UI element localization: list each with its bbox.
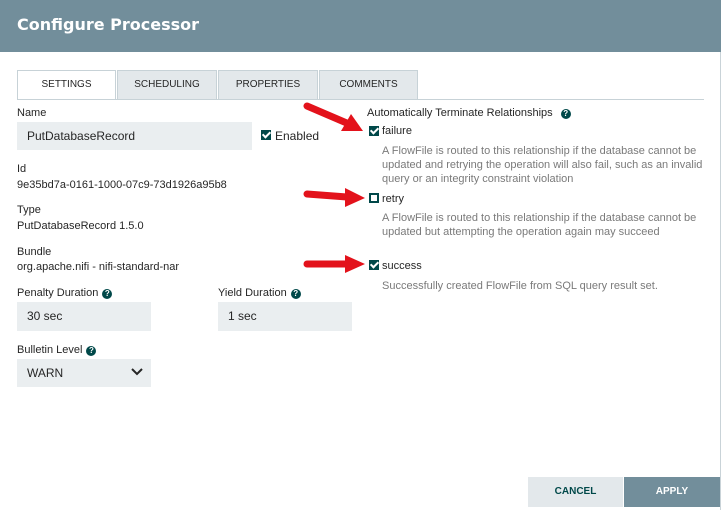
help-icon[interactable]: ? [86,346,97,356]
name-label: Name [17,107,47,119]
chevron-down-icon [131,368,143,376]
auto-terminate-title: Automatically Terminate Relationships? [367,107,571,119]
help-icon[interactable]: ? [290,289,301,299]
bundle-label: Bundle [17,246,52,258]
red-arrow-icon [303,102,363,131]
bundle-value: org.apache.nifi - nifi-standard-nar [17,261,180,273]
relationship-retry-name: retry [382,193,404,205]
type-label: Type [17,204,41,216]
relationship-success-description: Successfully created FlowFile from SQL q… [382,280,658,292]
tab-comments[interactable]: COMMENTS [319,70,418,99]
penalty-duration-label-text: Penalty Duration [17,287,99,299]
dialog-title: Configure Processor [17,15,200,34]
bulletin-level-select[interactable]: WARN [17,359,151,387]
id-label: Id [17,163,27,175]
retry-checkbox[interactable] [369,193,379,203]
help-icon[interactable]: ? [560,109,571,119]
relationship-failure-name: failure [382,125,412,137]
bulletin-level-label: Bulletin Level? [17,344,97,356]
tab-properties[interactable]: PROPERTIES [218,70,318,99]
yield-duration-label: Yield Duration? [218,287,301,299]
help-icon[interactable]: ? [102,289,113,299]
bulletin-level-value: WARN [27,366,64,380]
relationship-success-name: success [382,260,422,272]
type-value: PutDatabaseRecord 1.5.0 [17,220,144,232]
success-checkbox[interactable] [369,260,379,270]
yield-duration-label-text: Yield Duration [218,287,287,299]
penalty-duration-input[interactable]: 30 sec [17,302,151,331]
id-value: 9e35bd7a-0161-1000-07c9-73d1926a95b8 [17,179,227,191]
penalty-duration-label: Penalty Duration? [17,287,113,299]
bulletin-level-label-text: Bulletin Level [17,344,83,356]
relationship-failure-description: A FlowFile is routed to this relationshi… [382,145,703,185]
red-arrow-icon [303,255,365,273]
yield-duration-input[interactable]: 1 sec [218,302,352,331]
apply-button[interactable]: APPLY [624,477,720,507]
dialog-header: Configure Processor [0,0,721,52]
tab-scheduling[interactable]: SCHEDULING [117,70,217,99]
failure-checkbox[interactable] [369,126,379,136]
enabled-checkbox[interactable] [261,130,271,140]
cancel-button[interactable]: CANCEL [528,477,623,507]
red-arrow-icon [303,188,365,207]
auto-terminate-title-text: Automatically Terminate Relationships [367,107,553,119]
relationship-retry-description: A FlowFile is routed to this relationshi… [382,212,697,238]
configure-processor-dialog: Configure Processor SETTINGS SCHEDULING … [0,0,721,510]
name-input[interactable]: PutDatabaseRecord [17,122,252,150]
tab-settings[interactable]: SETTINGS [17,70,116,100]
